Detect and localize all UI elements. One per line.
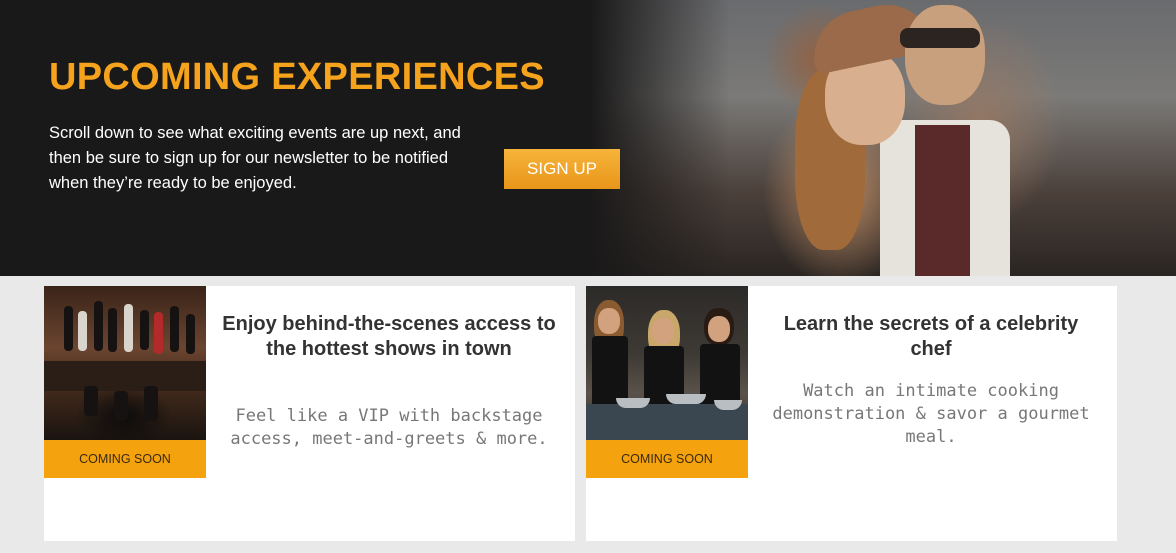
apron-shape [700, 344, 740, 406]
hero-photo-detail [905, 5, 985, 105]
card-title: Enjoy behind-the-scenes access to the ho… [222, 313, 556, 360]
hero-photo-detail [915, 125, 970, 276]
person-shape [170, 306, 179, 352]
hero-photo-fade [590, 0, 730, 276]
person-shape [186, 314, 195, 354]
person-shape [84, 386, 98, 416]
stage-shape [44, 361, 206, 391]
person-shape [124, 304, 133, 352]
hero-title: UPCOMING EXPERIENCES [49, 56, 545, 98]
person-shape [708, 316, 730, 342]
hero-photo-detail [900, 28, 980, 48]
experience-card-backstage[interactable]: COMING SOON Enjoy behind-the-scenes acce… [44, 286, 575, 541]
card-description: Watch an intimate cooking demonstration … [772, 381, 1090, 447]
person-shape [652, 318, 674, 344]
card-title: Learn the secrets of a celebrity chef [783, 313, 1079, 360]
card-description: Feel like a VIP with backstage access, m… [230, 406, 548, 449]
person-shape [154, 312, 163, 354]
person-shape [144, 386, 158, 421]
person-shape [78, 311, 87, 351]
bowl-shape [666, 394, 706, 404]
person-shape [598, 308, 620, 334]
coming-soon-badge: COMING SOON [44, 440, 206, 478]
signup-button[interactable]: SIGN UP [504, 149, 620, 189]
hero-description: Scroll down to see what exciting events … [49, 124, 461, 192]
bowl-shape [616, 398, 650, 408]
person-shape [140, 310, 149, 350]
hero-banner: UPCOMING EXPERIENCES Scroll down to see … [0, 0, 1176, 276]
apron-shape [592, 336, 628, 406]
coming-soon-badge: COMING SOON [586, 440, 748, 478]
person-shape [94, 301, 103, 351]
person-shape [108, 308, 117, 352]
cooking-photo [586, 286, 748, 440]
theatre-photo [44, 286, 206, 440]
experience-card-chef[interactable]: COMING SOON Learn the secrets of a celeb… [586, 286, 1117, 541]
person-shape [114, 391, 128, 421]
person-shape [64, 306, 73, 351]
